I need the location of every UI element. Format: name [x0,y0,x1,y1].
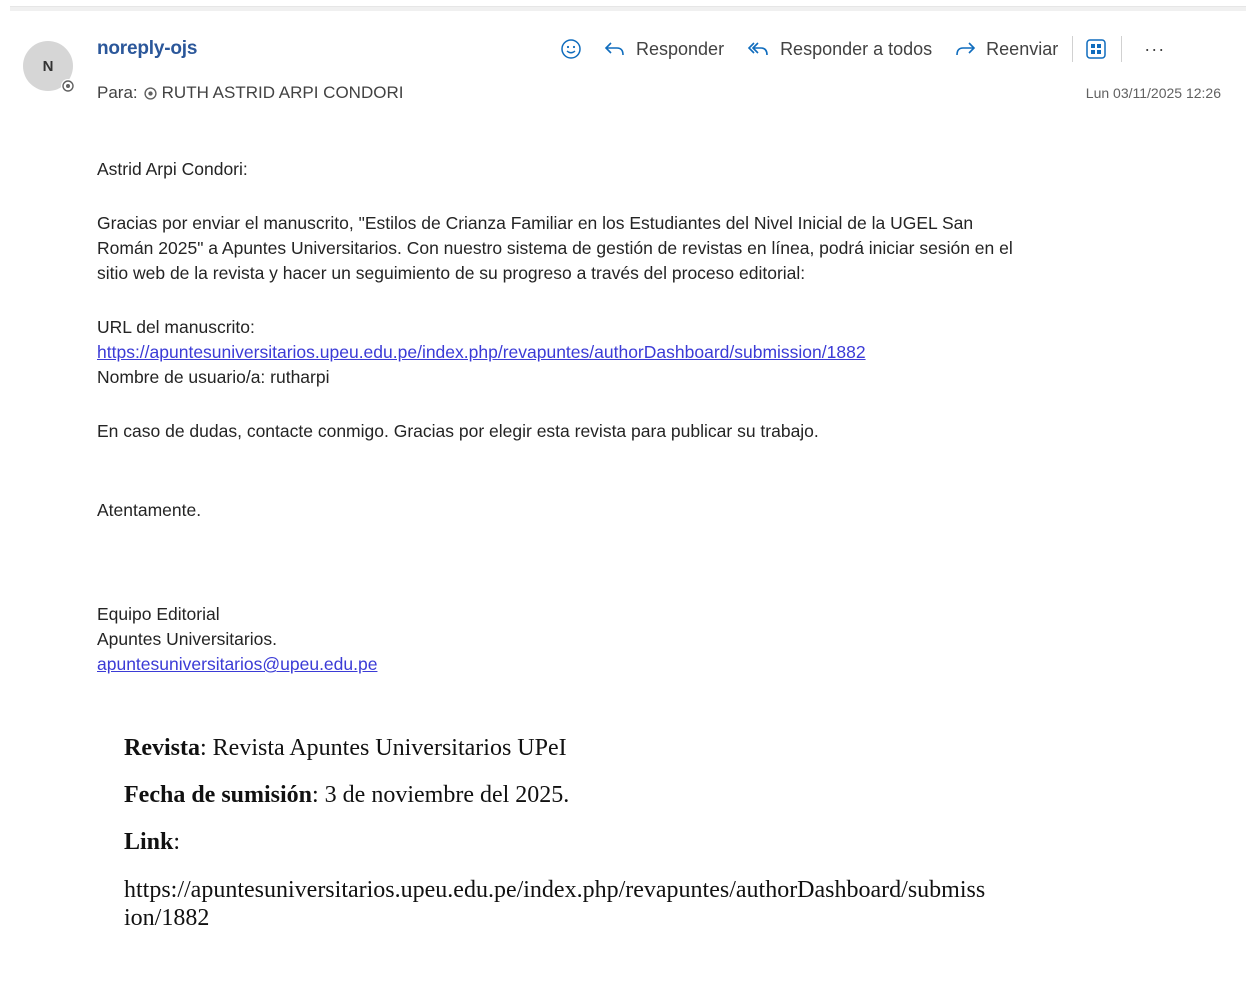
forward-button[interactable]: Reenviar [954,39,1058,60]
submission-date-line: Fecha de sumisión: 3 de noviembre del 20… [124,782,1244,809]
to-label: Para: [97,83,138,102]
link-label: Link [124,829,174,855]
received-date: Lun 03/11/2025 12:26 [1085,85,1221,101]
toolbar-divider [1072,36,1074,62]
reply-button[interactable]: Responder [604,39,724,60]
reply-all-icon [747,42,768,56]
link-line: Link: [124,829,1244,856]
more-options-button[interactable]: ··· [1144,39,1165,60]
journal-line: Revista: Revista Apuntes Universitarios … [124,735,1244,762]
submission-date-label: Fecha de sumisión [124,782,313,808]
submission-details: Revista: Revista Apuntes Universitarios … [124,735,1244,932]
body-line: Román 2025" a Apuntes Universitarios. Co… [97,238,1013,258]
message-body: Astrid Arpi Condori: Gracias por enviar … [97,157,1217,677]
reply-label: Responder [636,38,725,59]
emoji-icon[interactable] [560,38,582,60]
email-message: N noreply-ojs Para: RUTH ASTRID ARPI CON… [0,12,1252,712]
body-line: sitio web de la revista y hacer un segui… [97,263,806,283]
link-url-line2: ion/1882 [124,905,210,931]
forward-icon [956,42,976,56]
signature-journal: Apuntes Universitarios. [97,629,277,649]
recipient-status-icon [144,86,157,100]
closing-note: En caso de dudas, contacte conmigo. Grac… [97,421,819,441]
avatar-initial: N [42,57,54,75]
reply-icon [604,42,624,56]
regards: Atentamente. [97,500,202,520]
signature-team: Equipo Editorial [97,604,220,624]
journal-value: : Revista Apuntes Universitarios UPeI [199,735,567,761]
message-actions-toolbar: Responder Responder a todos Reenviar ··· [560,34,1165,64]
greeting: Astrid Arpi Condori: [97,159,248,179]
recipient-name[interactable]: RUTH ASTRID ARPI CONDORI [162,83,404,103]
presence-blocked-icon [61,79,75,93]
link-colon: : [173,829,181,855]
url-label: URL del manuscrito: [97,317,255,337]
submission-date-value: : 3 de noviembre del 2025. [312,782,570,808]
forward-label: Reenviar [986,38,1059,59]
toolbar-divider [1121,36,1123,62]
apps-icon[interactable] [1085,38,1107,60]
signature-email-link[interactable]: apuntesuniversitarios@upeu.edu.pe [97,654,377,674]
reply-all-button[interactable]: Responder a todos [746,39,932,60]
link-url-line1: https://apuntesuniversitarios.upeu.edu.p… [124,877,986,903]
top-divider [10,6,1246,11]
recipients-line: Para: RUTH ASTRID ARPI CONDORI [97,83,403,103]
username-line: Nombre de usuario/a: rutharpi [97,367,330,387]
manuscript-url-link[interactable]: https://apuntesuniversitarios.upeu.edu.p… [97,342,866,362]
reply-all-label: Responder a todos [780,38,933,59]
sender-name[interactable]: noreply-ojs [97,38,197,60]
journal-label: Revista [124,735,200,761]
body-line: Gracias por enviar el manuscrito, "Estil… [97,213,974,233]
